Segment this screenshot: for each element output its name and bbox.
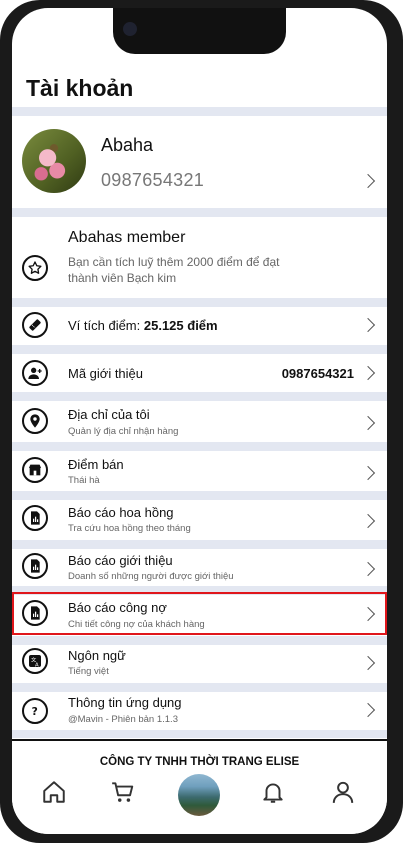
ticket-icon — [22, 312, 48, 338]
store-icon — [22, 457, 48, 483]
chevron-right-icon[interactable] — [360, 465, 376, 481]
menu-item-title[interactable]: Điểm bán — [68, 457, 124, 472]
divider — [12, 392, 387, 401]
svg-text:?: ? — [32, 705, 38, 718]
chevron-right-icon[interactable] — [360, 415, 376, 431]
menu-item-title[interactable]: Thông tin ứng dụng — [68, 695, 182, 710]
profile-phone: 0987654321 — [101, 170, 205, 190]
home-icon[interactable] — [40, 778, 68, 806]
member-description: Bạn cần tích luỹ thêm 2000 điểm để đạt t… — [68, 255, 280, 285]
chevron-right-icon[interactable] — [360, 513, 376, 529]
user-icon[interactable] — [329, 778, 357, 806]
chevron-right-icon[interactable] — [360, 655, 376, 671]
menu-item-title[interactable]: Báo cáo giới thiệu — [68, 553, 173, 568]
referral-value: 0987654321 — [281, 366, 354, 381]
menu-item-title[interactable]: Ngôn ngữ — [68, 648, 126, 663]
divider — [12, 345, 387, 354]
menu-item-subtitle: Thái hà — [68, 475, 100, 486]
chevron-right-icon[interactable] — [360, 702, 376, 718]
selection-highlight — [12, 592, 387, 635]
notch — [113, 8, 286, 54]
member-title: Abahas member — [68, 229, 186, 246]
divider — [12, 208, 387, 217]
chevron-right-icon[interactable] — [360, 173, 376, 189]
translate-icon: 文A — [22, 648, 48, 674]
wallet-label: Ví tích điểm: — [68, 318, 141, 333]
divider — [12, 107, 387, 116]
divider — [12, 683, 387, 692]
screen: Tài khoản Abaha 0987654321 Abahas member… — [12, 8, 387, 834]
divider — [12, 298, 387, 307]
wallet-value: 25.125 điểm — [143, 318, 218, 333]
menu-item-subtitle: Doanh số những người được giới thiệu — [68, 571, 234, 582]
cart-icon[interactable] — [109, 778, 137, 806]
camera-icon — [123, 22, 137, 36]
chevron-right-icon[interactable] — [360, 365, 376, 381]
menu-item-subtitle: Tiếng việt — [68, 666, 109, 677]
wallet-row[interactable]: Ví tích điểm: 25.125 điểm — [68, 318, 218, 333]
add-user-icon — [22, 360, 48, 386]
report-icon — [22, 553, 48, 579]
report-icon — [22, 505, 48, 531]
menu-item-subtitle: Quản lý địa chỉ nhận hàng — [68, 426, 179, 437]
chevron-right-icon[interactable] — [360, 317, 376, 333]
referral-label: Mã giới thiệu — [68, 366, 144, 381]
avatar[interactable] — [22, 129, 86, 193]
center-avatar[interactable] — [178, 774, 220, 816]
svg-text:A: A — [35, 662, 39, 668]
divider — [12, 730, 387, 738]
divider — [12, 739, 387, 741]
star-icon — [22, 255, 48, 281]
menu-item-subtitle: Tra cứu hoa hồng theo tháng — [68, 523, 191, 534]
divider — [12, 442, 387, 451]
phone-frame: Tài khoản Abaha 0987654321 Abahas member… — [0, 0, 403, 843]
tab-bar — [12, 766, 387, 834]
chevron-right-icon[interactable] — [360, 561, 376, 577]
menu-item-subtitle: @Mavin - Phiên bản 1.1.3 — [68, 714, 178, 725]
divider — [12, 636, 387, 645]
divider — [12, 540, 387, 549]
divider — [12, 491, 387, 500]
location-pin-icon — [22, 408, 48, 434]
menu-item-title[interactable]: Báo cáo hoa hồng — [68, 505, 174, 520]
menu-item-title[interactable]: Địa chỉ của tôi — [68, 407, 150, 422]
bell-icon[interactable] — [259, 778, 287, 806]
page-title: Tài khoản — [26, 75, 134, 101]
profile-name: Abaha — [101, 135, 154, 155]
help-icon: ? — [22, 698, 48, 724]
